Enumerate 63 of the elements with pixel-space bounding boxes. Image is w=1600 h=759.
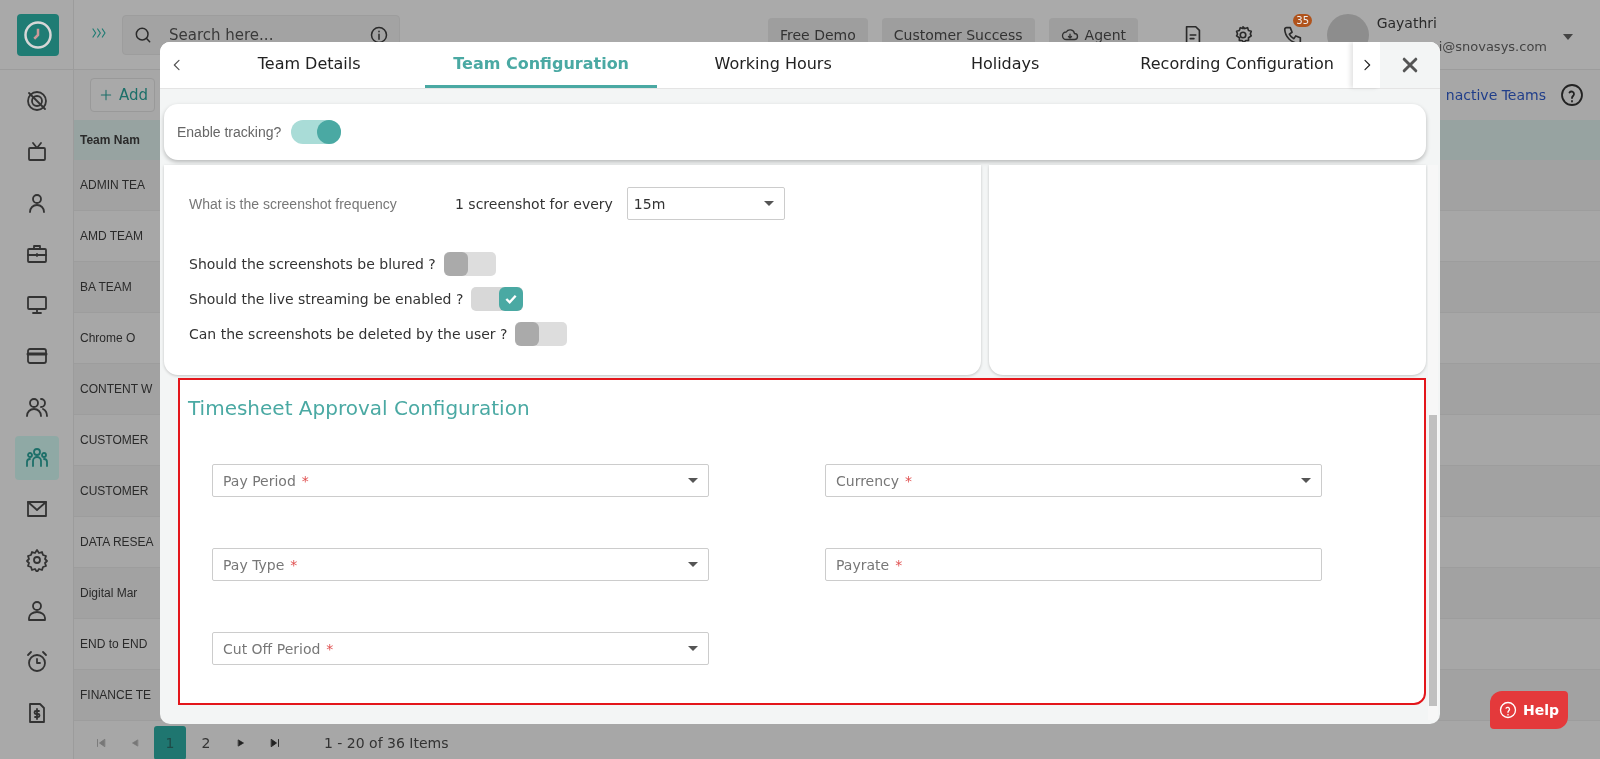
- table-cell-text: CUSTOMER: [79, 433, 149, 447]
- caret-icon: [1301, 478, 1311, 483]
- help-button[interactable]: Help: [1490, 691, 1568, 729]
- caret-icon: [763, 201, 774, 206]
- plus-icon: [99, 88, 113, 102]
- monitor-icon: [24, 293, 49, 317]
- table-cell-text: END to END: [79, 637, 148, 651]
- user-name: Gayathri: [1376, 15, 1438, 31]
- users-icon: [24, 395, 49, 419]
- section-title: Timesheet Approval Configuration: [188, 396, 531, 420]
- toggle-label: Enable tracking?: [177, 124, 282, 140]
- table-cell-text: Digital Mar: [79, 586, 138, 600]
- table-cell-text: FINANCE TE: [79, 688, 152, 702]
- info-icon: [369, 24, 389, 45]
- scrollbar-thumb[interactable]: [1429, 415, 1437, 706]
- field-label: What is the screenshot frequency: [189, 195, 398, 212]
- table-cell-text: CUSTOMER: [79, 484, 149, 498]
- pagination-summary: 1 - 20 of 36 Items: [324, 735, 449, 751]
- briefcase-icon: [24, 242, 49, 266]
- add-button[interactable]: Add: [90, 78, 156, 112]
- toggle-label: Should the screenshots be blured ?: [189, 256, 436, 272]
- help-icon: [1498, 701, 1517, 719]
- scrollbar[interactable]: [1428, 165, 1438, 720]
- first-page-icon: [95, 737, 107, 749]
- caret-icon: [688, 478, 698, 483]
- table-cell-text: DATA RESEA: [79, 535, 154, 549]
- toggle-switch[interactable]: [291, 120, 342, 144]
- table-cell-text: AMD TEAM: [79, 229, 144, 243]
- target-icon: [24, 89, 49, 113]
- dropdown-field[interactable]: Pay Type *: [212, 548, 709, 581]
- toggle-label: Can the screenshots be deleted by the user ?: [189, 326, 508, 342]
- search-input[interactable]: Search here...: [167, 24, 355, 45]
- caret-icon: [688, 646, 698, 651]
- table-cell-text: Chrome O: [79, 331, 136, 345]
- alarm-icon: [24, 650, 49, 674]
- dropdown-field[interactable]: Pay Period *: [212, 464, 709, 497]
- help-icon: [1560, 83, 1584, 107]
- input-field[interactable]: Payrate *: [825, 548, 1322, 581]
- next-page-icon: [236, 738, 246, 748]
- settings-icon: [24, 548, 49, 572]
- dropdown-field[interactable]: Cut Off Period *: [212, 632, 709, 665]
- caret-icon[interactable]: [1563, 34, 1573, 40]
- toggle-switch[interactable]: [443, 252, 496, 276]
- app-logo[interactable]: [16, 13, 59, 56]
- user-email: i@snovasys.com: [1437, 39, 1547, 54]
- last-page-icon: [269, 737, 281, 749]
- page-button[interactable]: 2: [190, 726, 222, 759]
- close-icon: [1400, 55, 1420, 75]
- toggle-switch[interactable]: [515, 322, 568, 346]
- table-cell-text: CONTENT W: [79, 382, 153, 396]
- dropdown-field[interactable]: Currency *: [825, 464, 1322, 497]
- column-header: Team Nam: [79, 133, 140, 147]
- table-cell-text: ADMIN TEA: [79, 178, 146, 192]
- toggle-switch[interactable]: [471, 287, 524, 311]
- tab[interactable]: Team Configuration: [425, 42, 658, 88]
- field-label: 1 screenshot for every: [455, 195, 613, 212]
- table-cell-text: BA TEAM: [79, 280, 132, 294]
- team-icon: [24, 446, 49, 470]
- frequency-dropdown[interactable]: 15m: [626, 187, 785, 220]
- toggle-label: Should the live streaming be enabled ?: [189, 291, 464, 307]
- previous-page-icon: [130, 738, 140, 748]
- sidebar-item[interactable]: [14, 436, 59, 480]
- notification-badge: 35: [1293, 13, 1313, 27]
